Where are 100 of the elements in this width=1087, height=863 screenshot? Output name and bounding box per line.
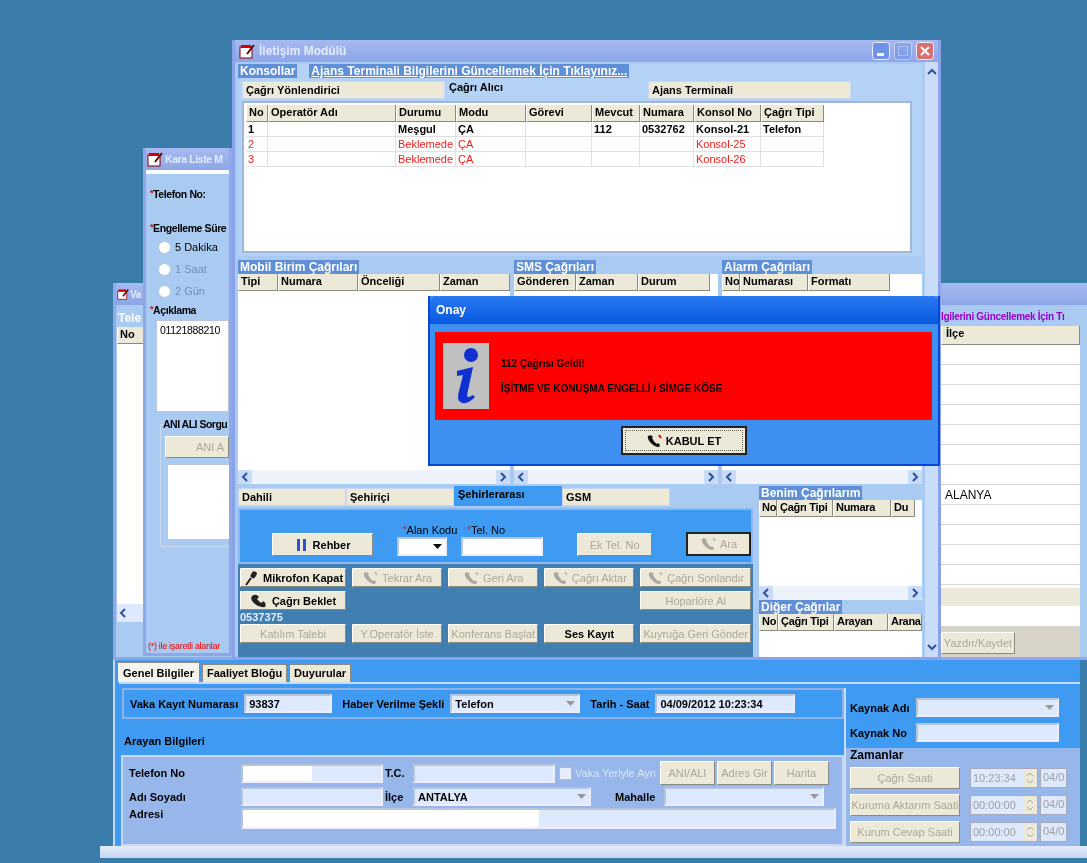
- field-label: Telefon No: [129, 767, 186, 779]
- scroll-left-icon[interactable]: [238, 470, 252, 484]
- minimize-button[interactable]: [872, 42, 890, 60]
- tab[interactable]: Genel Bilgiler: [117, 662, 200, 682]
- tab[interactable]: Faaliyet Bloğu: [201, 664, 288, 682]
- text-field[interactable]: 93837: [244, 694, 333, 713]
- window-title: Kara Liste M: [165, 153, 223, 165]
- phone-icon: [699, 537, 716, 551]
- column-header: Çağrı Tipi: [778, 614, 834, 631]
- scroll-left-icon[interactable]: [722, 470, 736, 484]
- text-area[interactable]: 01121888210: [156, 320, 229, 412]
- column-header: Zaman: [576, 274, 638, 291]
- list-box[interactable]: [167, 464, 229, 540]
- dropdown-arrow-icon: [1045, 705, 1054, 710]
- tab[interactable]: Çağrı Yönlendirici: [242, 81, 445, 99]
- directory-button[interactable]: Rehber: [272, 533, 374, 556]
- field-label: İlçe: [385, 790, 405, 803]
- tab[interactable]: Ajans Terminali: [648, 81, 851, 99]
- field-label: Haber Verilme Şekli: [342, 697, 445, 710]
- scroll-left-icon[interactable]: [117, 607, 129, 619]
- notepad-icon: [147, 151, 163, 167]
- table-cell: 0532762: [640, 122, 694, 137]
- horizontal-scrollbar[interactable]: [514, 470, 718, 484]
- group-label: ANI ALI Sorgu: [163, 418, 228, 430]
- tab[interactable]: GSM: [562, 488, 670, 506]
- column-header: Arana: [888, 614, 922, 631]
- button[interactable]: Ses Kayıt: [544, 624, 635, 643]
- group-label: Mobil Birim Çağrıları: [238, 260, 360, 274]
- field-label: Adresi: [129, 808, 165, 820]
- column-header: Operatör Adı: [268, 105, 396, 122]
- dropdown[interactable]: ANTALYA: [413, 787, 591, 806]
- field-label: Kaynak No: [850, 726, 908, 739]
- footnote: (*) ile işaretli alanlar: [148, 641, 220, 651]
- text-field[interactable]: [241, 808, 836, 829]
- phone-icon: [362, 570, 379, 585]
- text-field[interactable]: [461, 537, 544, 556]
- dropdown[interactable]: Telefon: [450, 694, 581, 713]
- horizontal-scrollbar[interactable]: [117, 604, 143, 622]
- horizontal-scrollbar[interactable]: [759, 586, 922, 600]
- alert-message: İŞİTME VE KONUŞMA ENGELLİ / SİMGE KÖSE: [501, 383, 723, 394]
- tab[interactable]: Dahili: [238, 488, 346, 506]
- text-field[interactable]: [916, 723, 1059, 742]
- column-header: İlçe: [941, 326, 1080, 345]
- column-header: Numarası: [740, 274, 808, 291]
- column-header: Formatı: [808, 274, 890, 291]
- column-header: Modu: [456, 105, 526, 122]
- table-cell: ÇA: [456, 152, 526, 167]
- notepad-icon: [117, 288, 129, 300]
- table-cell: Beklemede: [396, 137, 456, 152]
- scroll-right-icon[interactable]: [704, 470, 718, 484]
- text-field[interactable]: [413, 763, 555, 783]
- notepad-icon: [239, 43, 255, 59]
- horizontal-scrollbar[interactable]: [941, 588, 1080, 626]
- column-header: Durumu: [396, 105, 456, 122]
- dialog-title: Onay: [436, 303, 466, 317]
- section-title: Arayan Bilgileri: [123, 734, 206, 749]
- phone-icon: [551, 570, 568, 585]
- table-cell: Konsol-26: [694, 152, 761, 167]
- text-field[interactable]: [241, 763, 383, 783]
- tab[interactable]: Duyurular: [289, 664, 352, 682]
- text-field[interactable]: [241, 787, 383, 806]
- table-cell: 3: [246, 152, 268, 167]
- column-header: Numara: [833, 500, 891, 517]
- column-header: No: [722, 274, 740, 291]
- column-header: Zaman: [440, 274, 510, 291]
- group-label: SMS Çağrıları: [514, 260, 597, 274]
- dropdown[interactable]: [397, 537, 448, 556]
- table-cell: ÇA: [456, 122, 526, 137]
- maximize-button[interactable]: [894, 42, 912, 60]
- table-cell: 112: [592, 122, 640, 137]
- scroll-right-icon[interactable]: [496, 470, 510, 484]
- tab[interactable]: Şehirlerarası: [454, 486, 562, 506]
- column-header: Çağrı Tipi: [761, 105, 824, 122]
- column-header: No: [759, 500, 777, 517]
- column-header: Mevcut: [592, 105, 640, 122]
- horizontal-scrollbar[interactable]: [100, 846, 1087, 858]
- scroll-right-icon[interactable]: [908, 586, 922, 600]
- scroll-down-icon[interactable]: [925, 641, 938, 653]
- close-button[interactable]: [916, 42, 934, 60]
- horizontal-scrollbar[interactable]: [238, 470, 510, 484]
- button[interactable]: Mikrofon Kapat: [240, 568, 347, 587]
- table-cell: Konsol-25: [694, 137, 761, 152]
- group-label: Benim Çağrılarım: [759, 486, 863, 500]
- group-label: Alarm Çağrıları: [722, 260, 813, 274]
- field-label: Mahalle: [615, 790, 657, 803]
- button[interactable]: Çağrı Beklet: [240, 591, 347, 610]
- update-link[interactable]: lgilerini Güncellemek İçin Tı: [941, 305, 1080, 326]
- radio-button[interactable]: 5 Dakika: [158, 238, 218, 256]
- scroll-left-icon[interactable]: [759, 586, 773, 600]
- tab[interactable]: Şehiriçi: [346, 488, 454, 506]
- scroll-right-icon[interactable]: [908, 470, 922, 484]
- scroll-left-icon[interactable]: [514, 470, 528, 484]
- column-header: Durum: [638, 274, 710, 291]
- horizontal-scrollbar[interactable]: [722, 470, 922, 484]
- column-header: Tipi: [238, 274, 278, 291]
- text-field[interactable]: 04/09/2012 10:23:34: [655, 694, 796, 713]
- accept-button[interactable]: KABUL ET: [620, 426, 747, 455]
- group-label: Zamanlar: [850, 748, 905, 762]
- update-link[interactable]: Ajans Terminali Bilgilerini Güncellemek İçin Tıklayınız...: [309, 64, 630, 78]
- microphone-icon: [243, 569, 259, 586]
